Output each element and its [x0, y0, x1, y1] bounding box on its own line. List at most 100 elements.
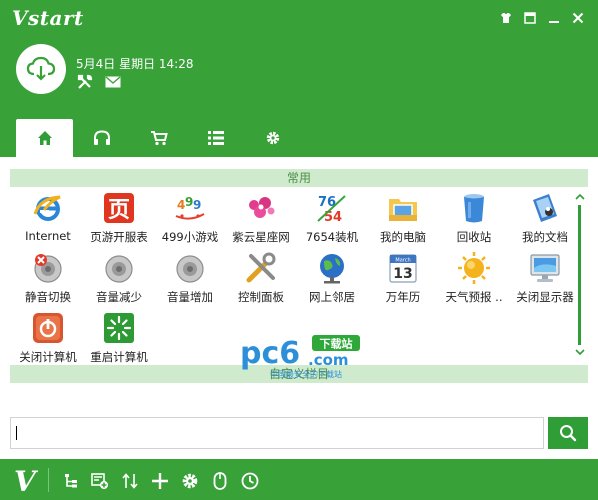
page-game-icon: 页: [104, 193, 134, 223]
tab-music[interactable]: [73, 119, 130, 157]
shortcut-label: 重启计算机: [90, 350, 148, 364]
close-icon[interactable]: [569, 9, 587, 27]
shortcut-control-panel[interactable]: 控制面板: [226, 250, 296, 308]
shortcut-weather[interactable]: 天气预报 ..: [439, 250, 509, 308]
shortcut-label: 页游开服表: [90, 230, 148, 244]
mail-icon[interactable]: [104, 74, 122, 90]
volume-down-icon: [105, 255, 133, 283]
shortcut-label: 499小游戏: [161, 230, 219, 244]
shortcut-label: 我的文档: [522, 230, 568, 244]
shortcut-label: 控制面板: [238, 290, 284, 304]
app-logo: Vstart: [12, 6, 84, 30]
list-icon: [207, 131, 224, 145]
shortcut-my-computer[interactable]: 我的电脑: [368, 190, 438, 248]
network-icon: [320, 254, 344, 284]
svg-text:March: March: [395, 258, 410, 264]
tree-icon[interactable]: [61, 471, 81, 491]
shortcut-label: 万年历: [385, 290, 421, 304]
volume-up-icon: [176, 255, 204, 283]
pc6-watermark: pc6 下载站 .com 中国最安全的下载站: [238, 331, 368, 379]
svg-text:13: 13: [393, 266, 412, 282]
my-computer-icon: [389, 199, 417, 221]
svg-text:pc6: pc6: [240, 336, 300, 371]
search-button[interactable]: [548, 417, 588, 449]
shutdown-icon: [33, 313, 63, 343]
shortcut-label: 天气预报 ..: [445, 290, 503, 304]
mouse-icon[interactable]: [210, 471, 230, 491]
shortcut-shutdown[interactable]: 关闭计算机: [13, 310, 83, 368]
sort-icon[interactable]: [120, 471, 140, 491]
tools-icon[interactable]: [76, 74, 94, 90]
weather-icon: [458, 252, 490, 284]
7654-icon: 76 54: [317, 195, 346, 225]
svg-text:下载站: 下载站: [320, 337, 353, 351]
shortcut-horoscope[interactable]: 紫云星座网: [226, 190, 296, 248]
tab-home[interactable]: [16, 119, 73, 157]
search-input[interactable]: [10, 417, 544, 449]
cloud-download-icon: [26, 56, 56, 81]
weather-button[interactable]: [16, 44, 66, 94]
scroll-down-icon[interactable]: [574, 348, 586, 358]
menu-icon[interactable]: [521, 9, 539, 27]
shortcut-label: 音量减少: [96, 290, 142, 304]
499-games-icon: 4 9 9: [175, 195, 205, 220]
shortcut-label: 关闭计算机: [19, 350, 77, 364]
shortcut-internet[interactable]: Internet: [13, 190, 83, 248]
svg-text:页: 页: [108, 198, 130, 223]
shortcut-label: 回收站: [456, 230, 492, 244]
shortcut-page-game[interactable]: 页 页游开服表: [84, 190, 154, 248]
shortcut-label: 7654装机: [305, 230, 359, 244]
control-panel-icon: [246, 252, 276, 283]
mute-icon: [34, 254, 62, 283]
search-icon: [560, 425, 577, 442]
title-bar[interactable]: Vstart: [0, 0, 598, 40]
svg-text:中国最安全的下载站: 中国最安全的下载站: [270, 369, 342, 379]
shortcut-recycle-bin[interactable]: 回收站: [439, 190, 509, 248]
shortcut-label: 音量增加: [167, 290, 213, 304]
shortcut-calendar[interactable]: March 13 万年历: [368, 250, 438, 308]
svg-text:9: 9: [193, 198, 201, 212]
shortcut-network[interactable]: 网上邻居: [297, 250, 367, 308]
ie-icon: [33, 195, 61, 221]
shortcut-label: 静音切换: [25, 290, 71, 304]
recycle-bin-icon: [464, 194, 484, 223]
scroll-up-icon[interactable]: [574, 193, 586, 203]
shortcut-label: 网上邻居: [309, 290, 355, 304]
vertical-scrollbar[interactable]: [574, 193, 586, 359]
scroll-thumb[interactable]: [578, 205, 581, 345]
shortcut-label: 我的电脑: [380, 230, 426, 244]
toolbar-divider: [48, 468, 49, 492]
settings-icon[interactable]: [180, 471, 200, 491]
tab-bar: [16, 119, 301, 157]
horoscope-icon: [249, 197, 275, 218]
vstart-window: Vstart 5月4日 星期日 14:28 常用 Internet 页 页游开服…: [0, 0, 598, 500]
headphones-icon: [93, 130, 110, 145]
tab-list[interactable]: [187, 119, 244, 157]
start-logo[interactable]: V: [14, 465, 36, 498]
shortcut-7654[interactable]: 76 54 7654装机: [297, 190, 367, 248]
shortcut-mute[interactable]: 静音切换: [13, 250, 83, 308]
shortcut-my-documents[interactable]: 我的文档: [510, 190, 580, 248]
skin-icon[interactable]: [497, 9, 515, 27]
calendar-icon: March 13: [389, 254, 417, 283]
shortcut-volume-down[interactable]: 音量减少: [84, 250, 154, 308]
bottom-toolbar: V: [0, 459, 598, 500]
shortcut-label: Internet: [25, 229, 71, 243]
shortcut-restart[interactable]: 重启计算机: [84, 310, 154, 368]
text-caret: [16, 426, 17, 440]
cart-icon: [150, 131, 168, 146]
tab-settings[interactable]: [244, 119, 301, 157]
minimize-icon[interactable]: [545, 9, 563, 27]
monitor-icon: [530, 254, 560, 282]
plus-icon[interactable]: [150, 471, 170, 491]
datetime-text: 5月4日 星期日 14:28: [76, 57, 194, 71]
restart-icon: [104, 313, 134, 343]
tab-shop[interactable]: [130, 119, 187, 157]
shortcut-monitor-off[interactable]: 关闭显示器: [510, 250, 580, 308]
shortcut-volume-up[interactable]: 音量增加: [155, 250, 225, 308]
add-shortcut-icon[interactable]: [90, 471, 110, 491]
shortcut-label: 紫云星座网: [232, 230, 290, 244]
home-icon: [37, 131, 52, 145]
clock-icon[interactable]: [240, 471, 260, 491]
shortcut-499-games[interactable]: 4 9 9 499小游戏: [155, 190, 225, 248]
